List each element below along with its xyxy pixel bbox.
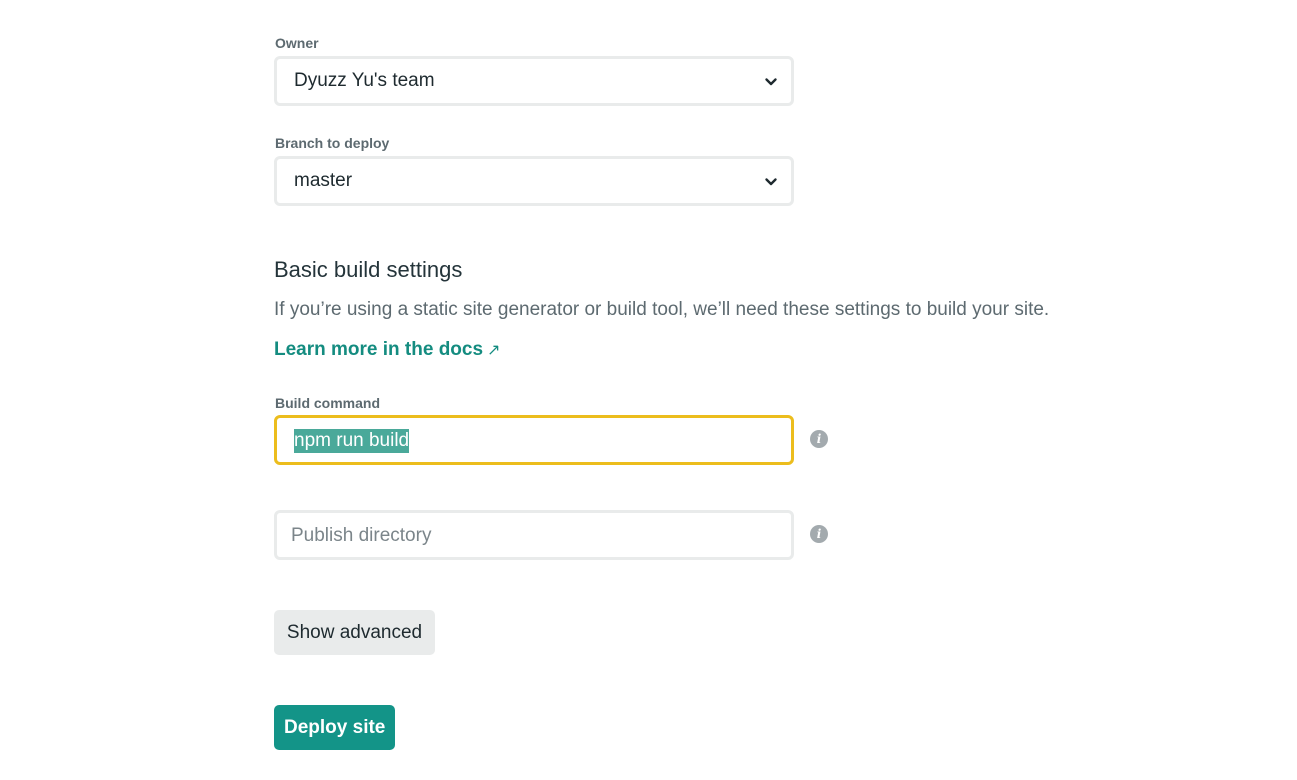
deploy-site-button[interactable]: Deploy site <box>274 705 395 750</box>
show-advanced-button[interactable]: Show advanced <box>274 610 435 655</box>
info-icon[interactable]: i <box>810 430 828 448</box>
section-title: Basic build settings <box>274 257 463 282</box>
build-command-label: Build command <box>275 395 381 411</box>
branch-label: Branch to deploy <box>275 135 390 151</box>
docs-link-text: Learn more in the docs <box>274 339 484 360</box>
build-command-input[interactable]: npm run build <box>274 415 794 465</box>
chevron-down-icon <box>765 178 777 186</box>
build-command-value: npm run build <box>294 429 410 453</box>
learn-more-docs-link[interactable]: Learn more in the docs ↗ <box>274 339 500 361</box>
owner-label: Owner <box>275 35 319 51</box>
owner-select[interactable]: Dyuzz Yu's team <box>274 56 794 106</box>
publish-directory-placeholder: Publish directory <box>291 525 432 546</box>
external-link-icon: ↗ <box>487 342 501 359</box>
branch-select-value: master <box>294 170 353 191</box>
publish-directory-input[interactable]: Publish directory <box>274 510 794 560</box>
owner-select-value: Dyuzz Yu's team <box>294 70 435 91</box>
chevron-down-icon <box>765 78 777 86</box>
branch-select[interactable]: master <box>274 156 794 206</box>
section-description: If you’re using a static site generator … <box>274 299 1050 320</box>
info-icon[interactable]: i <box>810 525 828 543</box>
